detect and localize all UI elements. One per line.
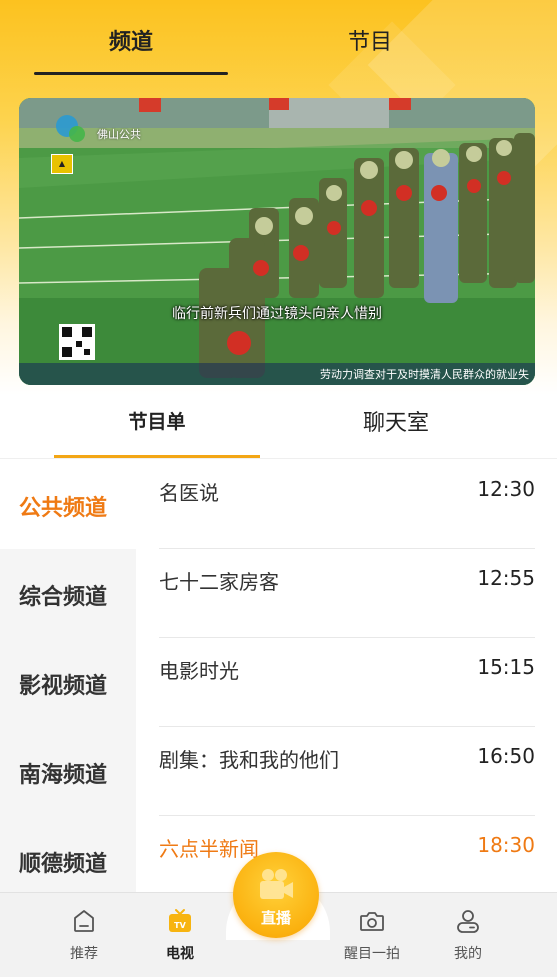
channel-label: 南海频道 xyxy=(19,762,108,788)
station-logo-text: 佛山公共 xyxy=(97,128,141,141)
tv-icon: TV xyxy=(169,909,191,932)
home-icon xyxy=(74,910,94,932)
channel-item-general[interactable]: 综合频道 xyxy=(0,549,136,638)
top-tab-bar: 频道 节目 xyxy=(0,0,557,80)
program-row[interactable]: 七十二家房客 12:55 xyxy=(159,549,535,638)
channel-label: 综合频道 xyxy=(19,584,108,610)
channel-list: 公共频道 综合频道 影视频道 南海频道 顺德频道 xyxy=(0,460,136,892)
qr-code-icon xyxy=(59,324,95,360)
program-list: 名医说 12:30 七十二家房客 12:55 电影时光 15:15 剧集：我和我… xyxy=(159,460,535,892)
channel-label: 顺德频道 xyxy=(19,851,108,877)
live-broadcast-button[interactable]: 直播 xyxy=(233,852,319,938)
channel-item-film[interactable]: 影视频道 xyxy=(0,638,136,727)
channel-label: 影视频道 xyxy=(19,673,108,699)
program-time: 16:50 xyxy=(477,744,535,768)
program-name: 七十二家房客 xyxy=(159,570,279,594)
nav-item-snapshot[interactable]: 醒目一拍 xyxy=(332,893,412,977)
nav-label: 推荐 xyxy=(70,946,98,962)
live-button-label: 直播 xyxy=(260,909,291,927)
svg-text:TV: TV xyxy=(174,921,186,930)
program-time: 18:30 xyxy=(477,833,535,857)
program-time: 12:30 xyxy=(477,477,535,501)
video-subtitle: 临行前新兵们通过镜头向亲人惜别 xyxy=(172,306,382,322)
program-name: 名医说 xyxy=(159,481,219,505)
nav-label: 电视 xyxy=(166,946,194,962)
nav-item-tv[interactable]: TV 电视 xyxy=(140,893,220,977)
nav-label: 我的 xyxy=(454,946,482,962)
live-video-player[interactable]: 佛山公共 ▲ 临行前新兵们通过镜头向亲人惜别 劳动力调查对于及时摸清人民群众的就… xyxy=(19,98,535,385)
program-name: 剧集：我和我的他们 xyxy=(159,748,339,772)
news-ticker: 劳动力调查对于及时摸清人民群众的就业失 xyxy=(19,363,535,385)
divider xyxy=(0,458,557,459)
tab-active-indicator xyxy=(34,72,228,75)
channel-item-public[interactable]: 公共频道 xyxy=(0,460,136,549)
profile-icon xyxy=(457,910,479,933)
ticker-text: 劳动力调查对于及时摸清人民群众的就业失 xyxy=(320,368,529,381)
tab-channels[interactable]: 频道 xyxy=(34,24,228,56)
schedule-tab-bar: 节目单 聊天室 xyxy=(0,395,557,459)
video-camera-icon xyxy=(260,869,293,899)
age-rating-icon: ▲ xyxy=(51,154,73,174)
tab-programs[interactable]: 节目 xyxy=(290,24,450,56)
nav-item-recommend[interactable]: 推荐 xyxy=(44,893,124,977)
nav-item-mine[interactable]: 我的 xyxy=(428,893,508,977)
program-row[interactable]: 剧集：我和我的他们 16:50 xyxy=(159,727,535,816)
tab-schedule[interactable]: 节目单 xyxy=(54,407,260,434)
camera-icon xyxy=(360,912,384,931)
channel-item-nanhai[interactable]: 南海频道 xyxy=(0,727,136,816)
nav-label: 醒目一拍 xyxy=(344,946,400,962)
program-name: 六点半新闻 xyxy=(159,837,259,861)
channel-label: 公共频道 xyxy=(19,495,108,521)
program-row[interactable]: 电影时光 15:15 xyxy=(159,638,535,727)
program-name: 电影时光 xyxy=(159,659,239,683)
program-row[interactable]: 名医说 12:30 xyxy=(159,460,535,549)
tab-chatroom[interactable]: 聊天室 xyxy=(300,405,492,437)
program-time: 12:55 xyxy=(477,566,535,590)
program-time: 15:15 xyxy=(477,655,535,679)
